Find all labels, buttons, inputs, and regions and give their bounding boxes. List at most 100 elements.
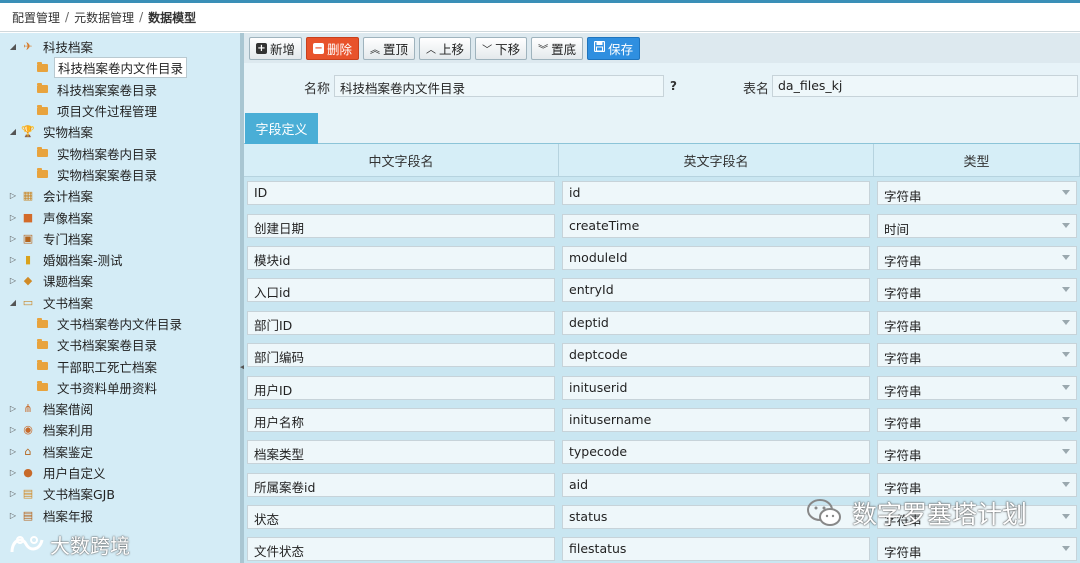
cn-name-cell: 文件状态 — [244, 533, 559, 563]
sidebar-group[interactable]: ▷ ■ 声像档案 — [0, 206, 240, 227]
expanded-arrow-icon[interactable]: ◢ — [6, 298, 20, 307]
breadcrumb: 配置管理 / 元数据管理 / 数据模型 — [0, 3, 1080, 32]
sidebar-group[interactable]: ▷ ▮ 婚姻档案-测试 — [0, 249, 240, 270]
sidebar-group[interactable]: ◢ ✈ 科技档案 — [0, 36, 240, 57]
collapsed-arrow-icon[interactable]: ▷ — [6, 511, 20, 520]
move-up-button[interactable]: ︿ 上移 — [419, 36, 472, 60]
type-cell: 时间 — [874, 209, 1080, 241]
sidebar-item[interactable]: 实物档案卷内目录 — [0, 142, 240, 163]
collapsed-arrow-icon[interactable]: ▷ — [6, 468, 20, 477]
video-camera-icon: ■ — [22, 210, 34, 224]
type-select[interactable]: 字符串 — [877, 278, 1077, 303]
sidebar-group[interactable]: ▷ ◉ 档案利用 — [0, 419, 240, 440]
move-down-button[interactable]: ﹀ 下移 — [475, 36, 528, 60]
cn-name-input[interactable]: 创建日期 — [247, 213, 555, 238]
name-input[interactable]: 科技档案卷内文件目录 — [334, 75, 664, 97]
en-name-input[interactable]: createTime — [562, 213, 870, 238]
collapsed-arrow-icon[interactable]: ▷ — [6, 191, 20, 200]
sidebar-group[interactable]: ▷ ◆ 课题档案 — [0, 270, 240, 291]
save-button[interactable]: 保存 — [587, 36, 641, 60]
cn-name-input[interactable]: 所属案卷id — [247, 472, 555, 497]
cn-name-input[interactable]: 用户ID — [247, 375, 555, 400]
cn-name-input[interactable]: ID — [247, 181, 555, 206]
move-bottom-button[interactable]: ︾ 置底 — [531, 36, 584, 60]
table-name-input[interactable]: da_files_kj — [772, 75, 1078, 97]
sidebar-group[interactable]: ▷ ▦ 会计档案 — [0, 185, 240, 206]
expanded-arrow-icon[interactable]: ◢ — [6, 42, 20, 51]
add-button[interactable]: + 新增 — [249, 36, 303, 60]
en-name-input[interactable]: id — [562, 181, 870, 206]
type-select[interactable]: 字符串 — [877, 181, 1077, 206]
type-select[interactable]: 字符串 — [877, 537, 1077, 562]
type-select[interactable]: 字符串 — [877, 440, 1077, 465]
en-name-input[interactable]: entryId — [562, 278, 870, 303]
sidebar-item[interactable]: 文书档案卷内文件目录 — [0, 313, 240, 334]
collapsed-arrow-icon[interactable]: ▷ — [6, 489, 20, 498]
delete-button[interactable]: − 删除 — [306, 36, 360, 60]
type-select[interactable]: 字符串 — [877, 472, 1077, 497]
type-select[interactable]: 字符串 — [877, 343, 1077, 368]
type-select[interactable]: 字符串 — [877, 407, 1077, 432]
en-name-input[interactable]: inituserid — [562, 375, 870, 400]
list-icon: ▤ — [22, 508, 34, 522]
sidebar-item[interactable]: 文书资料单册资料 — [0, 377, 240, 398]
type-select[interactable]: 字符串 — [877, 375, 1077, 400]
sidebar-group[interactable]: ▷ ▣ 专门档案 — [0, 228, 240, 249]
en-name-input[interactable]: typecode — [562, 440, 870, 465]
tab-field-definition[interactable]: 字段定义 — [245, 113, 318, 144]
cn-name-input[interactable]: 用户名称 — [247, 407, 555, 432]
sidebar-item-label: 专门档案 — [43, 231, 94, 247]
cn-name-input[interactable]: 状态 — [247, 505, 555, 530]
sidebar-group[interactable]: ▷ ⌂ 档案鉴定 — [0, 441, 240, 462]
collapsed-arrow-icon[interactable]: ▷ — [6, 425, 20, 434]
collapsed-arrow-icon[interactable]: ▷ — [6, 255, 20, 264]
column-header-cn-name[interactable]: 中文字段名 — [244, 144, 559, 176]
type-select[interactable]: 字符串 — [877, 245, 1077, 270]
sidebar-item[interactable]: 科技档案案卷目录 — [0, 79, 240, 100]
type-select[interactable]: 字符串 — [877, 310, 1077, 335]
cn-name-input[interactable]: 文件状态 — [247, 537, 555, 562]
en-name-input[interactable]: initusername — [562, 407, 870, 432]
collapsed-arrow-icon[interactable]: ▷ — [6, 276, 20, 285]
column-header-en-name[interactable]: 英文字段名 — [559, 144, 874, 176]
sidebar-group[interactable]: ▷ ▤ 文书档案GJB — [0, 483, 240, 504]
sidebar-item[interactable]: 项目文件过程管理 — [0, 100, 240, 121]
cn-name-input[interactable]: 档案类型 — [247, 440, 555, 465]
cn-name-input[interactable]: 部门编码 — [247, 343, 555, 368]
type-cell: 字符串 — [874, 177, 1080, 209]
en-name-cell: deptcode — [559, 339, 874, 371]
brand-logo-icon — [8, 532, 46, 558]
sidebar-item[interactable]: 干部职工死亡档案 — [0, 355, 240, 376]
sidebar-group[interactable]: ▷ ▤ 档案年报 — [0, 505, 240, 526]
sidebar-item[interactable]: 文书档案案卷目录 — [0, 334, 240, 355]
en-name-input[interactable]: deptcode — [562, 343, 870, 368]
breadcrumb-item-metadata[interactable]: 元数据管理 — [74, 9, 134, 26]
help-mark[interactable]: ? — [670, 79, 677, 93]
sidebar-item-label: 文书资料单册资料 — [57, 380, 158, 396]
sidebar-group[interactable]: ▷ ● 用户自定义 — [0, 462, 240, 483]
cn-name-input[interactable]: 模块id — [247, 245, 555, 270]
cn-name-input[interactable]: 部门ID — [247, 310, 555, 335]
collapsed-arrow-icon[interactable]: ▷ — [6, 213, 20, 222]
collapsed-arrow-icon[interactable]: ▷ — [6, 234, 20, 243]
breadcrumb-item-config[interactable]: 配置管理 — [12, 9, 60, 26]
sidebar-group[interactable]: ◢ 🏆 实物档案 — [0, 121, 240, 142]
column-header-type[interactable]: 类型 — [874, 144, 1080, 176]
en-name-cell: filestatus — [559, 533, 874, 563]
expanded-arrow-icon[interactable]: ◢ — [6, 127, 20, 136]
en-name-input[interactable]: moduleId — [562, 245, 870, 270]
sidebar-item[interactable]: 科技档案卷内文件目录 — [0, 57, 240, 79]
table-row: 用户ID inituserid 字符串 — [244, 371, 1080, 403]
move-top-button[interactable]: ︽ 置顶 — [363, 36, 416, 60]
en-name-input[interactable]: deptid — [562, 310, 870, 335]
collapsed-arrow-icon[interactable]: ▷ — [6, 404, 20, 413]
cn-name-input[interactable]: 入口id — [247, 278, 555, 303]
sidebar-group[interactable]: ◢ ▭ 文书档案 — [0, 292, 240, 313]
en-name-input[interactable]: aid — [562, 472, 870, 497]
sidebar-item[interactable]: 实物档案案卷目录 — [0, 164, 240, 185]
type-select[interactable]: 时间 — [877, 213, 1077, 238]
sidebar-group[interactable]: ▷ ⋔ 档案借阅 — [0, 398, 240, 419]
collapsed-arrow-icon[interactable]: ▷ — [6, 447, 20, 456]
briefcase-icon: ▣ — [22, 231, 34, 245]
en-name-input[interactable]: filestatus — [562, 537, 870, 562]
